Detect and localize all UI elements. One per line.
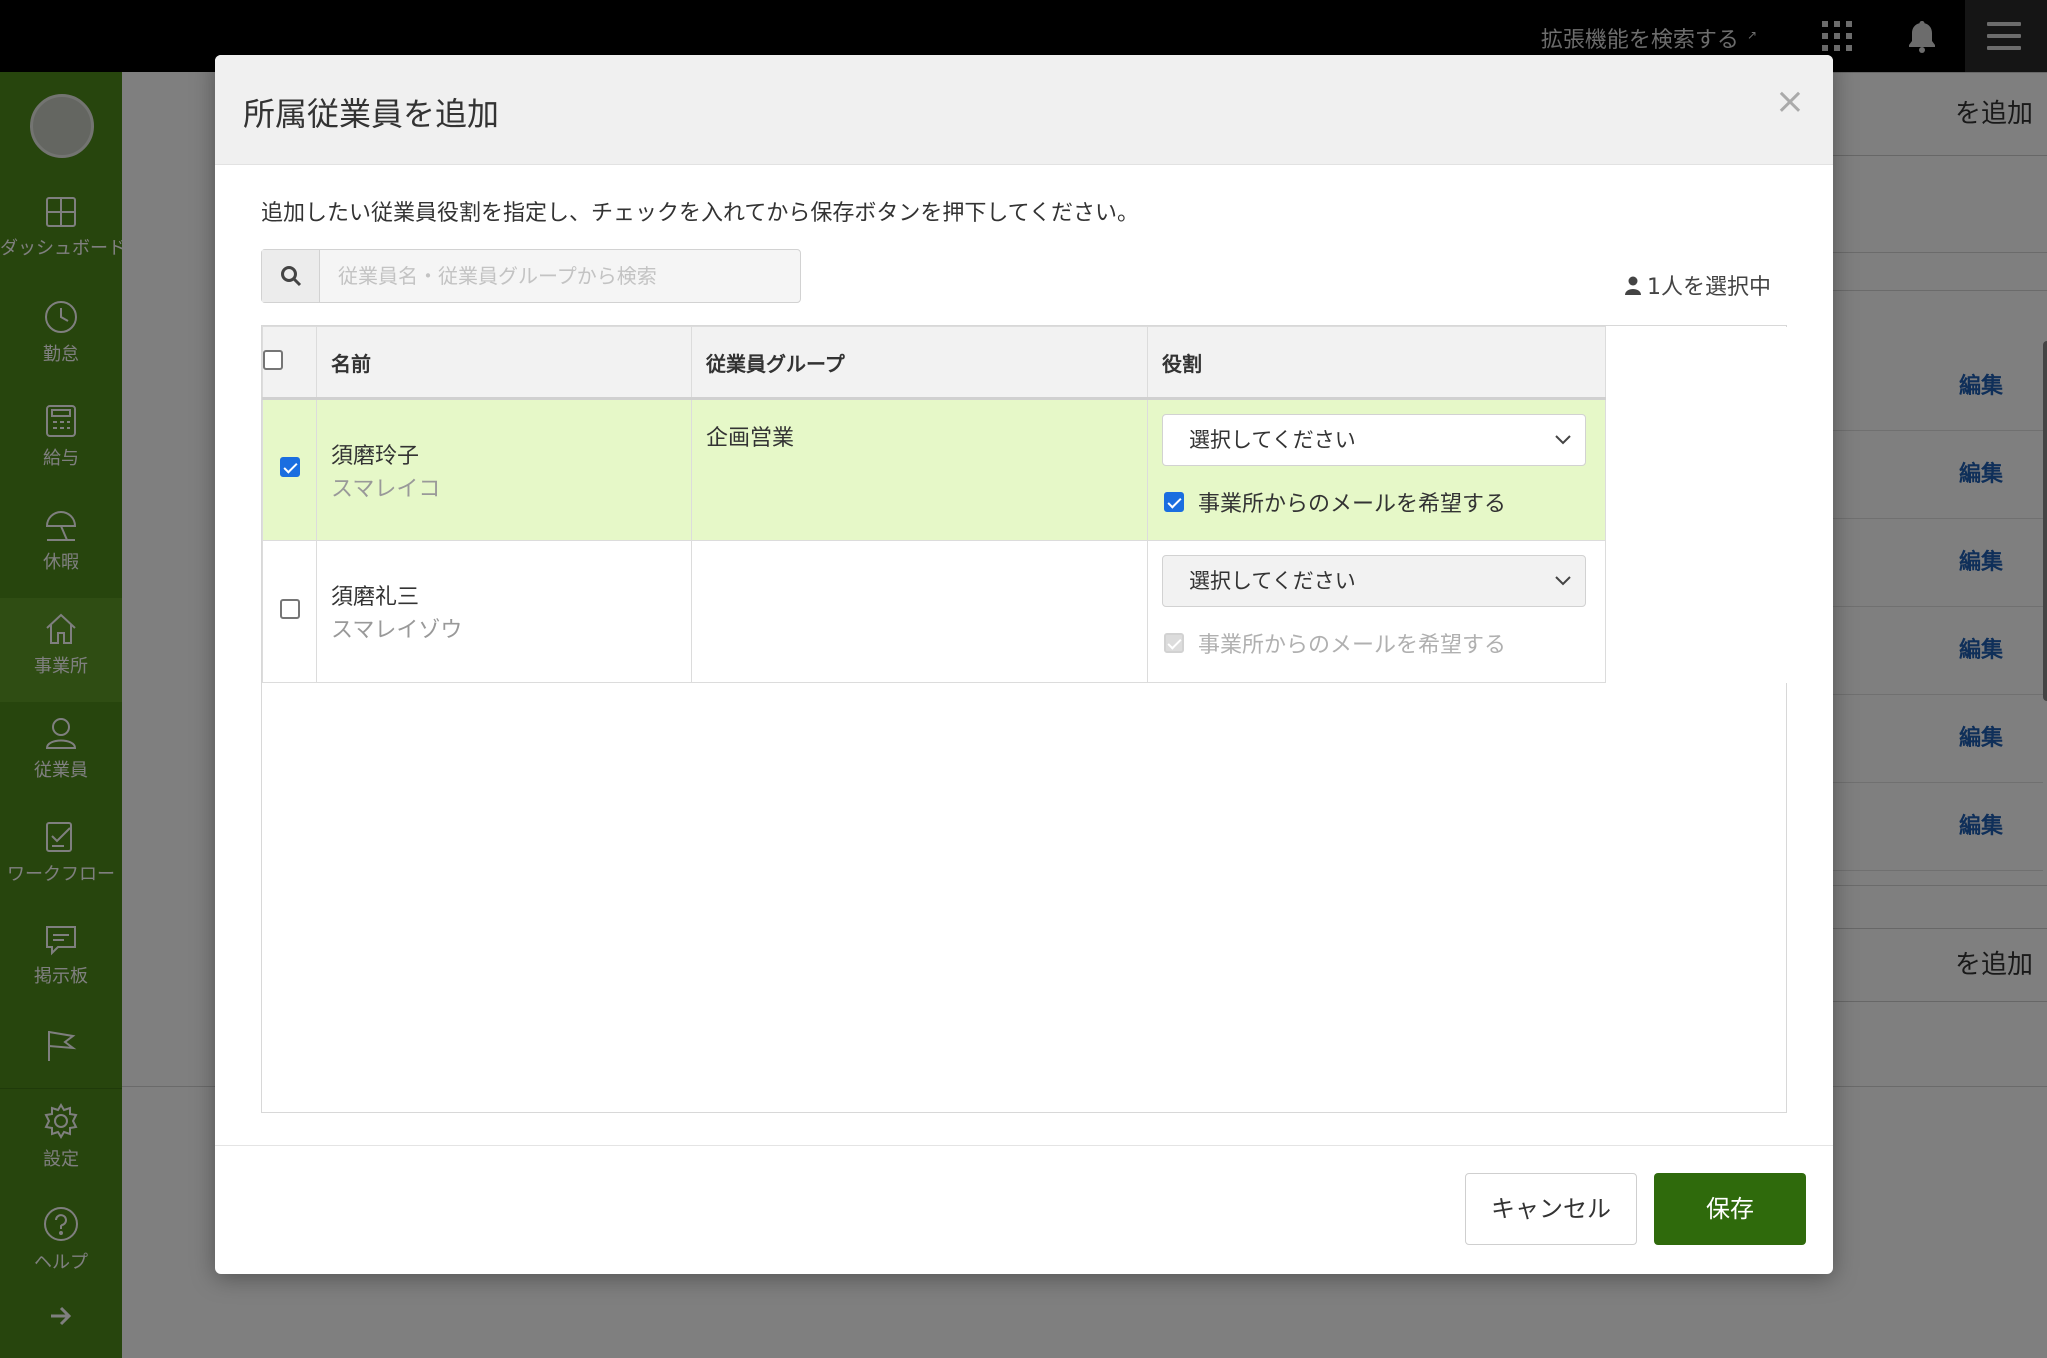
employee-list: 名前 従業員グループ 役割 須磨玲子 スマレイコ 企画営業 選択してください 事… (261, 325, 1789, 1113)
select-all-checkbox[interactable] (263, 349, 283, 370)
empty-cell (1605, 540, 1789, 683)
column-header-name: 名前 (316, 326, 692, 400)
empty-cell (1605, 398, 1789, 541)
employee-name: 須磨玲子 (331, 444, 420, 469)
select-all-cell (262, 326, 317, 400)
close-icon[interactable]: × (1775, 81, 1805, 122)
mail-opt-in: 事業所からのメールを希望する (1164, 627, 1591, 659)
column-header-role: 役割 (1147, 326, 1606, 400)
selected-count-label: 1人を選択中 (1647, 275, 1771, 300)
mail-opt-in[interactable]: 事業所からのメールを希望する (1164, 486, 1591, 518)
search-icon (262, 250, 320, 302)
employee-name-cell: 須磨礼三 スマレイゾウ (316, 540, 692, 683)
role-select-value: 選択してください (1189, 569, 1356, 593)
table-row[interactable]: 須磨玲子 スマレイコ 企画営業 選択してください 事業所からのメールを希望する (262, 398, 1789, 541)
selected-count: 1人を選択中 (1625, 269, 1771, 301)
employee-role-cell: 選択してください 事業所からのメールを希望する (1147, 398, 1606, 541)
mail-opt-in-label: 事業所からのメールを希望する (1198, 633, 1507, 658)
employee-name: 須磨礼三 (331, 585, 420, 610)
modal-footer-divider (215, 1145, 1833, 1146)
chevron-down-icon (1555, 576, 1571, 586)
empty-header (1605, 326, 1789, 399)
role-select[interactable]: 選択してください (1162, 555, 1586, 607)
employee-kana: スマレイコ (331, 477, 441, 502)
column-header-group: 従業員グループ (691, 326, 1148, 400)
table-row[interactable]: 須磨礼三 スマレイゾウ 選択してください 事業所からのメールを希望する (262, 540, 1789, 683)
employee-group-cell: 企画営業 (691, 398, 1148, 541)
modal-description: 追加したい従業員役割を指定し、チェックを入れてから保存ボタンを押下してください。 (261, 201, 1140, 226)
save-button[interactable]: 保存 (1654, 1173, 1806, 1245)
mail-opt-in-checkbox[interactable] (1164, 492, 1184, 512)
chevron-down-icon (1555, 435, 1571, 445)
row-checkbox-cell (262, 540, 317, 683)
employee-name-cell: 須磨玲子 スマレイコ (316, 398, 692, 541)
employee-kana: スマレイゾウ (331, 618, 463, 643)
employee-group (692, 541, 1147, 561)
role-select[interactable]: 選択してください (1162, 414, 1586, 466)
search-input[interactable] (320, 250, 800, 302)
employee-table: 名前 従業員グループ 役割 須磨玲子 スマレイコ 企画営業 選択してください 事… (262, 326, 1789, 683)
mail-opt-in-label: 事業所からのメールを希望する (1198, 492, 1507, 517)
table-header-row: 名前 従業員グループ 役割 (262, 326, 1789, 400)
row-checkbox-cell (262, 398, 317, 541)
modal-header: 所属従業員を追加 × (215, 55, 1833, 165)
employee-group-cell (691, 540, 1148, 683)
modal-title: 所属従業員を追加 (243, 95, 500, 133)
row-checkbox[interactable] (279, 598, 300, 619)
employee-search (261, 249, 801, 303)
row-checkbox[interactable] (279, 457, 300, 477)
add-employee-modal: 所属従業員を追加 × 追加したい従業員役割を指定し、チェックを入れてから保存ボタ… (215, 55, 1833, 1274)
role-select-value: 選択してください (1189, 428, 1356, 452)
employee-role-cell: 選択してください 事業所からのメールを希望する (1147, 540, 1606, 683)
employee-group: 企画営業 (706, 426, 795, 451)
mail-opt-in-checkbox (1164, 633, 1184, 653)
person-icon (1625, 276, 1641, 295)
cancel-button[interactable]: キャンセル (1465, 1173, 1637, 1245)
